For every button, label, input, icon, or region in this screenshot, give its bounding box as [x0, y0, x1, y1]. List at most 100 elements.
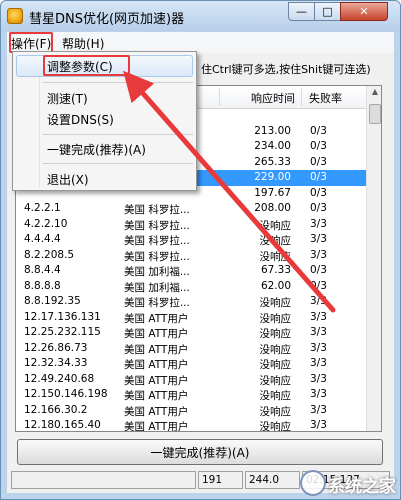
cell-loss-rate: 3/3	[310, 341, 327, 354]
cell-location: 美国 加利福...	[124, 266, 190, 278]
cell-loss-rate: 3/3	[310, 372, 327, 385]
cell-ip: 12.32.34.33	[24, 357, 88, 369]
table-row[interactable]: 12.25.232.115 美国 ATT用户 没响应 3/3	[16, 325, 366, 341]
table-row[interactable]: 8.8.192.35 美国 科罗拉... 没响应 3/3	[16, 294, 366, 310]
menu-help[interactable]: 帮助(H)	[62, 35, 104, 52]
maximize-button[interactable]: □	[314, 2, 341, 21]
cell-response-time: 没响应	[259, 297, 292, 309]
table-row[interactable]: 12.32.34.33 美国 ATT用户 没响应 3/3	[16, 356, 366, 372]
cell-response-time: 没响应	[259, 390, 292, 402]
table-row[interactable]: 8.8.8.8 美国 加利福... 62.00 0/3	[16, 279, 366, 295]
cell-loss-rate: 3/3	[310, 388, 327, 400]
cell-ip: 12.25.232.115	[24, 326, 101, 338]
cell-response-time: 没响应	[259, 343, 292, 356]
cell-loss-rate: 3/3	[310, 248, 327, 261]
table-row[interactable]: 8.2.208.5 美国 科罗拉... 没响应 3/3	[16, 248, 366, 264]
table-row[interactable]: 12.150.146.198 美国 ATT用户 没响应 3/3	[16, 387, 366, 403]
comet-app-icon	[7, 8, 23, 24]
cell-ip: 8.8.4.4	[24, 264, 61, 276]
cell-loss-rate: 0/3	[310, 155, 327, 168]
table-row[interactable]: 12.17.136.131 美国 ATT用户 没响应 3/3	[16, 310, 366, 326]
cell-loss-rate: 3/3	[310, 326, 327, 338]
status-panel-1	[11, 471, 196, 489]
cell-location: 美国 科罗拉...	[124, 204, 190, 216]
cell-response-time: 213.00	[254, 124, 291, 137]
cell-ip: 12.17.136.131	[24, 310, 101, 323]
cell-location: 美国 ATT用户	[124, 343, 189, 356]
table-row[interactable]: 12.49.240.68 美国 ATT用户 没响应 3/3	[16, 372, 366, 388]
cell-loss-rate: 3/3	[310, 419, 327, 431]
menu-item-set-dns[interactable]: 设置DNS(S)	[47, 111, 114, 128]
adjust-params-highlight-box	[43, 55, 130, 76]
minimize-button[interactable]: —	[288, 2, 315, 21]
one-click-complete-button[interactable]: 一键完成(推荐)(A)	[17, 439, 383, 465]
cell-location: 美国 ATT用户	[124, 405, 189, 418]
cell-loss-rate: 0/3	[310, 124, 327, 137]
menu-separator	[43, 82, 193, 83]
watermark-text: 系统之家	[328, 477, 396, 497]
scroll-up-arrow-icon[interactable]: ▲	[368, 87, 381, 101]
cell-loss-rate: 3/3	[310, 217, 327, 230]
cell-location: 美国 加利福...	[124, 281, 190, 294]
cell-ip: 12.166.30.2	[24, 403, 88, 416]
app-window: 彗星DNS优化(网页加速)器 — □ ✕ 操作(F) 帮助(H) 住Ctrl键可…	[0, 0, 401, 500]
table-row[interactable]: 12.26.86.73 美国 ATT用户 没响应 3/3	[16, 341, 366, 357]
window-title: 彗星DNS优化(网页加速)器	[29, 12, 185, 27]
header-divider[interactable]	[219, 88, 220, 106]
cell-loss-rate: 3/3	[310, 403, 327, 416]
cell-ip: 12.150.146.198	[24, 388, 108, 400]
cell-response-time: 没响应	[259, 235, 292, 247]
selection-hint: 住Ctrl键可多选,按住Shit键可连选)	[201, 63, 371, 76]
cell-location: 美国 ATT用户	[124, 374, 189, 387]
cell-response-time: 197.67	[254, 186, 291, 199]
watermark-logo-icon	[300, 470, 326, 496]
cell-response-time: 234.00	[254, 140, 291, 152]
cell-location: 美国 科罗拉...	[124, 297, 190, 309]
scroll-thumb[interactable]	[369, 104, 381, 124]
cell-location: 美国 科罗拉...	[124, 235, 190, 247]
cell-response-time: 没响应	[259, 312, 292, 325]
cell-location: 美国 ATT用户	[124, 359, 189, 371]
cell-location: 美国 科罗拉...	[124, 250, 190, 263]
cell-response-time: 67.33	[260, 264, 291, 276]
cell-response-time: 没响应	[259, 328, 292, 340]
cell-response-time: 没响应	[259, 421, 292, 432]
table-row[interactable]: 12.180.165.40 美国 ATT用户 没响应 3/3	[16, 418, 366, 432]
header-response-time[interactable]: 响应时间	[251, 90, 295, 106]
table-row[interactable]: 4.4.4.4 美国 科罗拉... 没响应 3/3	[16, 232, 366, 248]
cell-ip: 8.8.8.8	[24, 279, 61, 292]
cell-ip: 4.4.4.4	[24, 233, 61, 245]
cell-response-time: 229.00	[254, 171, 291, 183]
cell-loss-rate: 0/3	[310, 171, 327, 183]
menu-item-exit[interactable]: 退出(X)	[47, 171, 89, 188]
cell-loss-rate: 0/3	[310, 202, 327, 214]
cell-response-time: 没响应	[259, 405, 292, 418]
table-row[interactable]: 12.166.30.2 美国 ATT用户 没响应 3/3	[16, 403, 366, 419]
menu-item-speed-test[interactable]: 测速(T)	[47, 90, 88, 107]
menu-item-one-click[interactable]: 一键完成(推荐)(A)	[47, 141, 146, 158]
cell-location: 美国 ATT用户	[124, 328, 189, 340]
cell-loss-rate: 0/3	[310, 140, 327, 152]
cell-response-time: 265.33	[254, 155, 291, 168]
header-loss-rate[interactable]: 失败率	[309, 90, 342, 106]
cell-response-time: 没响应	[259, 359, 292, 371]
header-divider[interactable]	[301, 88, 302, 106]
cell-ip: 12.180.165.40	[24, 419, 101, 431]
cell-location: 美国 科罗拉...	[124, 219, 190, 232]
close-button[interactable]: ✕	[340, 2, 388, 21]
watermark: 系统之家	[300, 468, 400, 500]
table-row[interactable]: 4.2.2.10 美国 科罗拉... 没响应 3/3	[16, 217, 366, 233]
vertical-scrollbar[interactable]: ▲	[366, 86, 381, 431]
cell-ip: 12.26.86.73	[24, 341, 88, 354]
table-row[interactable]: 8.8.4.4 美国 加利福... 67.33 0/3	[16, 263, 366, 279]
cell-response-time: 62.00	[260, 279, 291, 292]
table-row[interactable]: 4.2.2.1 美国 科罗拉... 208.00 0/3	[16, 201, 366, 217]
cell-response-time: 没响应	[259, 374, 292, 387]
cell-loss-rate: 3/3	[310, 295, 327, 307]
status-panel-value: 244.0	[245, 471, 300, 489]
cell-ip: 4.2.2.1	[24, 202, 61, 214]
cell-loss-rate: 0/3	[310, 264, 327, 276]
title-bar[interactable]: 彗星DNS优化(网页加速)器 — □ ✕	[1, 1, 400, 31]
cell-loss-rate: 3/3	[310, 357, 327, 369]
cell-location: 美国 ATT用户	[124, 312, 189, 325]
